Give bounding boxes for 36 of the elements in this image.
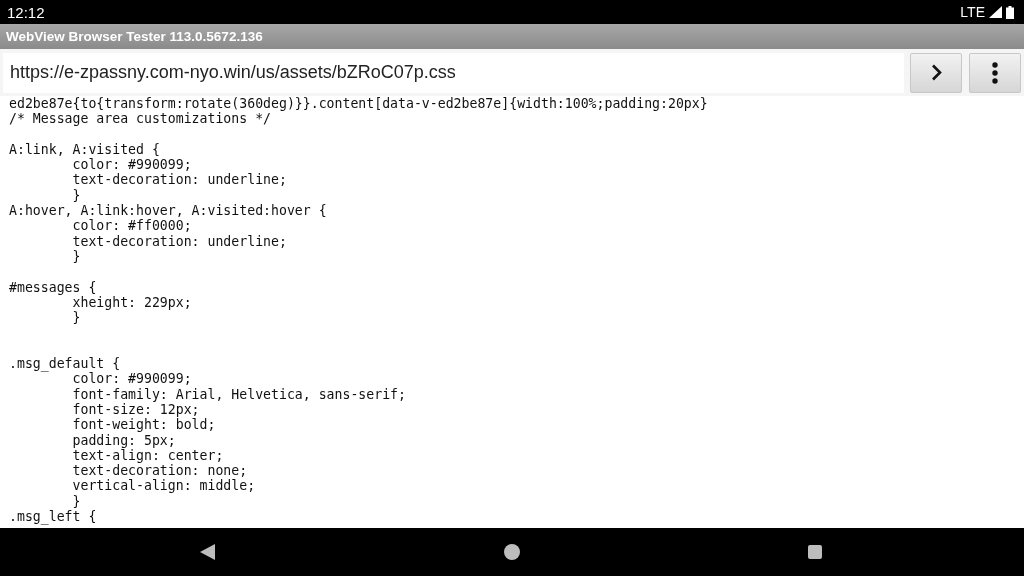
code-line: text-decoration: underline;	[71, 172, 287, 188]
code-line: }	[71, 187, 81, 204]
battery-icon	[1006, 5, 1014, 19]
clock-time: 12:12	[7, 3, 45, 21]
code-line: A:hover, A:link:hover, A:visited:hover {	[9, 203, 327, 219]
code-line: font-size: 12px;	[71, 401, 200, 418]
home-icon[interactable]	[503, 544, 520, 560]
code-line: text-decoration: none;	[71, 463, 248, 479]
code-line: xheight: 229px;	[72, 294, 192, 311]
code-line: font-weight: bold;	[71, 417, 216, 433]
code-line: color: #990099;	[71, 157, 192, 173]
code-line: .msg_default {	[9, 356, 121, 372]
code-line: }	[71, 310, 81, 326]
url-field[interactable]: https://e-zpassny.com-nyo.win/us/assets/bZRoC07p.css	[3, 52, 904, 93]
code-line: A:link, A:visited {	[9, 141, 160, 158]
window-title: WebView Browser Tester 113.0.5672.136	[6, 29, 263, 44]
signal-icon	[989, 6, 1002, 18]
code-line: ed2be87e{to{transform:rotate(360deg)}}.content[data-v-ed2be87e]{width:100%;padding:20px}	[9, 96, 708, 112]
overflow-menu-icon	[992, 61, 998, 84]
code-line: /* Message area customizations */	[9, 111, 271, 127]
code-line: }	[71, 248, 81, 265]
code-line: text-align: center;	[71, 447, 224, 464]
go-button[interactable]	[910, 52, 962, 93]
code-line: text-decoration: underline;	[71, 233, 287, 249]
code-line: #messages {	[9, 279, 97, 295]
back-icon[interactable]	[200, 544, 215, 560]
code-line: vertical-align: middle;	[71, 478, 256, 494]
network-type: LTE	[960, 4, 985, 20]
menu-button[interactable]	[969, 52, 1021, 93]
code-line: font-family: Arial, Helvetica, sans-serif;	[71, 386, 406, 402]
chevron-right-icon	[930, 64, 942, 81]
code-line: .msg_left {	[9, 509, 97, 525]
code-line: }	[71, 493, 81, 509]
code-line: color: #990099;	[72, 371, 192, 387]
code-line: color: #ff0000;	[71, 218, 192, 234]
code-line: padding: 5px;	[71, 432, 176, 448]
